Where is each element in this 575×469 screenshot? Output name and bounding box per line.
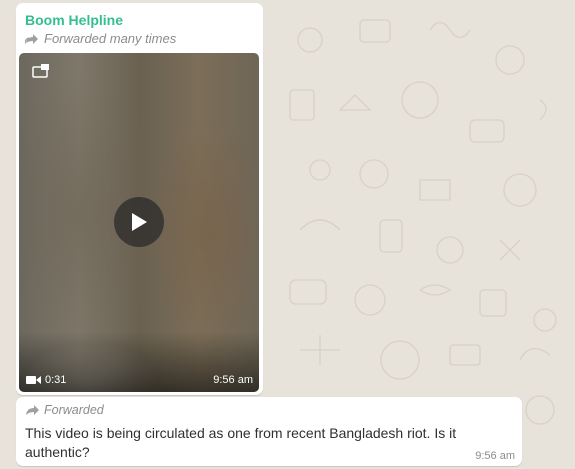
video-duration: 0:31 xyxy=(26,374,66,386)
play-icon xyxy=(132,213,147,231)
video-timestamp: 9:56 am xyxy=(213,374,253,386)
video-camera-icon xyxy=(26,376,41,384)
double-forward-arrow-icon xyxy=(25,33,38,44)
video-thumbnail[interactable]: 0:31 9:56 am xyxy=(19,53,259,392)
video-message-bubble[interactable]: Boom Helpline Forwarded many times 0:31 … xyxy=(16,3,263,395)
picture-in-picture-icon[interactable] xyxy=(32,64,50,78)
play-button[interactable] xyxy=(114,197,164,247)
forwarded-label: Forwarded many times xyxy=(44,31,177,46)
forwarded-label: Forwarded xyxy=(44,403,104,417)
message-text: This video is being circulated as one fr… xyxy=(25,425,457,460)
sender-name[interactable]: Boom Helpline xyxy=(25,12,123,28)
forward-arrow-icon xyxy=(26,405,39,415)
forwarded-indicator: Forwarded xyxy=(25,403,104,417)
message-timestamp: 9:56 am xyxy=(475,450,515,462)
text-message-bubble[interactable]: Forwarded This video is being circulated… xyxy=(16,397,522,466)
duration-text: 0:31 xyxy=(45,374,67,386)
forwarded-many-times-indicator: Forwarded many times xyxy=(25,31,176,46)
